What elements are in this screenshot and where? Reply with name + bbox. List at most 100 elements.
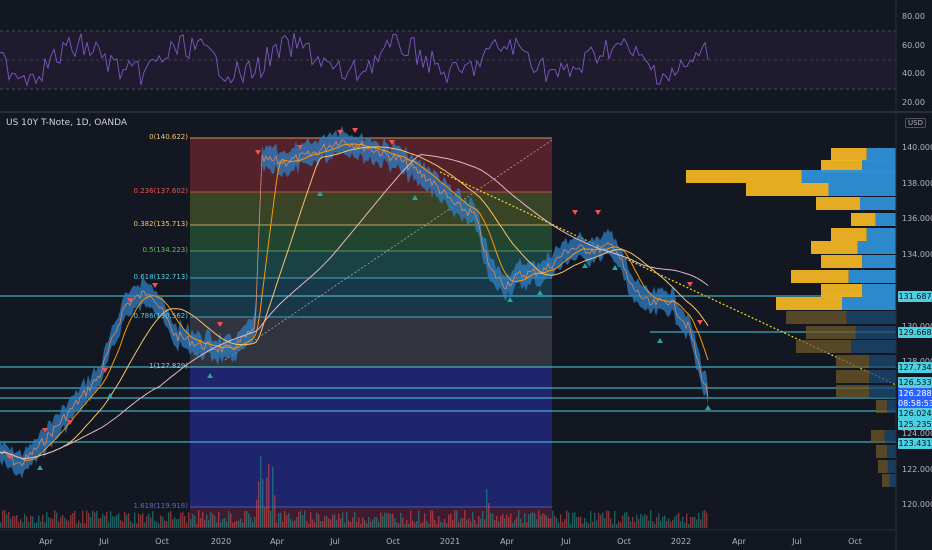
volume-bar	[70, 515, 72, 528]
volume-bar	[136, 523, 138, 528]
symbol-title[interactable]: US 10Y T-Note, 1D, OANDA	[6, 118, 127, 128]
volume-bar	[496, 515, 498, 528]
volume-profile-row	[887, 445, 896, 458]
volume-bar	[520, 518, 522, 528]
volume-bar	[486, 488, 488, 528]
volume-bar	[550, 518, 552, 528]
volume-profile-row	[836, 355, 869, 368]
currency-label[interactable]: USD	[905, 118, 926, 128]
volume-bar	[340, 518, 342, 528]
volume-bar	[14, 516, 16, 528]
volume-profile-row	[686, 170, 802, 183]
volume-bar	[626, 511, 628, 528]
volume-bar	[320, 521, 322, 528]
volume-bar	[418, 510, 420, 528]
volume-bar	[450, 513, 452, 528]
volume-profile-row	[851, 340, 896, 353]
volume-bar	[314, 522, 316, 528]
volume-bar	[636, 514, 638, 528]
volume-bar	[440, 521, 442, 528]
volume-bar	[408, 523, 410, 528]
volume-profile-row	[882, 474, 890, 487]
volume-bar	[26, 516, 28, 528]
volume-profile-row	[887, 400, 896, 413]
volume-profile-row	[836, 385, 869, 398]
volume-bar	[650, 510, 652, 528]
volume-bar	[250, 516, 252, 528]
volume-bar	[598, 512, 600, 528]
volume-bar	[84, 523, 86, 528]
volume-profile-row	[878, 460, 888, 473]
buy-marker	[612, 265, 618, 270]
volume-bar	[600, 514, 602, 528]
volume-bar	[194, 516, 196, 528]
volume-bar	[376, 517, 378, 528]
volume-bar	[326, 515, 328, 528]
volume-bar	[586, 521, 588, 528]
time-axis-label: Jul	[330, 537, 340, 546]
volume-bar	[556, 517, 558, 528]
volume-bar	[78, 520, 80, 528]
volume-bar	[662, 516, 664, 528]
volume-bar	[568, 512, 570, 528]
volume-bar	[478, 515, 480, 528]
volume-bar	[204, 520, 206, 528]
time-axis-label: Apr	[39, 537, 53, 546]
volume-bar	[352, 517, 354, 528]
volume-profile-row	[828, 183, 896, 196]
volume-bar	[526, 522, 528, 528]
volume-bar	[700, 519, 702, 528]
volume-bar	[218, 512, 220, 528]
volume-bar	[256, 499, 258, 528]
volume-bar	[118, 513, 120, 528]
price-tag: 125.235	[898, 419, 932, 430]
volume-bar	[140, 515, 142, 528]
volume-bar	[46, 512, 48, 528]
volume-bar	[300, 510, 302, 528]
volume-bar	[16, 515, 18, 528]
volume-bar	[94, 512, 96, 528]
volume-bar	[28, 521, 30, 528]
volume-bar	[178, 519, 180, 528]
volume-bar	[6, 514, 8, 528]
volume-bar	[682, 516, 684, 528]
volume-bar	[138, 513, 140, 528]
volume-bar	[572, 512, 574, 528]
volume-bar	[74, 511, 76, 528]
time-axis-label: Jul	[792, 537, 802, 546]
buy-marker	[37, 465, 43, 470]
volume-bar	[410, 510, 412, 528]
volume-bar	[468, 518, 470, 528]
volume-bar	[172, 519, 174, 528]
volume-bar	[166, 521, 168, 528]
volume-bar	[284, 511, 286, 528]
volume-bar	[422, 522, 424, 528]
volume-profile-row	[796, 340, 851, 353]
volume-bar	[262, 479, 264, 528]
volume-bar	[606, 510, 608, 528]
price-tag: 127.734	[898, 362, 932, 373]
volume-bar	[426, 520, 428, 528]
volume-bar	[476, 523, 478, 528]
price-axis-label: 138.000	[902, 179, 932, 188]
volume-bar	[216, 522, 218, 528]
volume-bar	[120, 520, 122, 528]
volume-bar	[492, 514, 494, 528]
volume-bar	[628, 516, 630, 528]
volume-bar	[174, 517, 176, 528]
volume-profile	[686, 148, 896, 487]
volume-bar	[24, 514, 26, 528]
volume-profile-row	[791, 270, 849, 283]
volume-profile-row	[848, 270, 896, 283]
volume-bar	[212, 514, 214, 528]
volume-bar	[220, 522, 222, 528]
volume-bar	[304, 510, 306, 528]
volume-bar	[292, 521, 294, 528]
volume-bar	[48, 517, 50, 528]
volume-bar	[648, 520, 650, 528]
volume-bar	[280, 512, 282, 528]
volume-bar	[460, 518, 462, 528]
volume-bar	[382, 516, 384, 528]
volume-bar	[8, 511, 10, 528]
volume-bar	[238, 520, 240, 528]
